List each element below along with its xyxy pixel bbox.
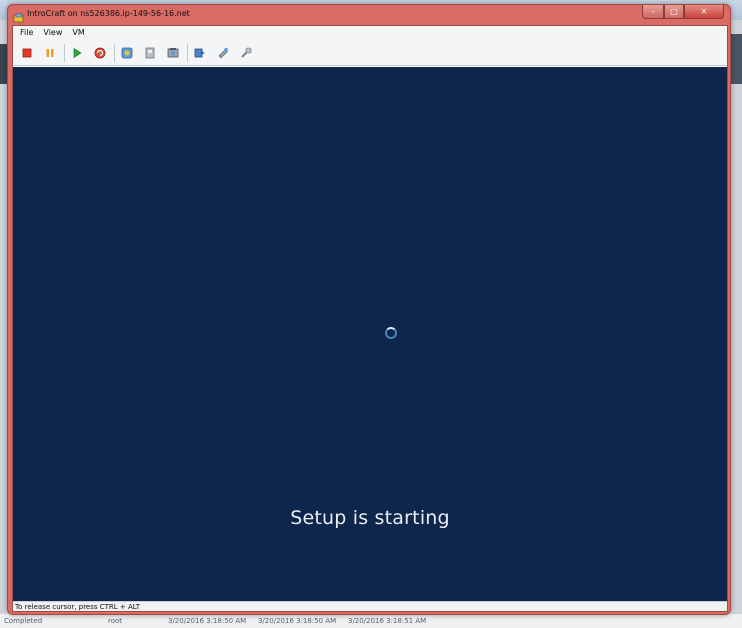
settings-button[interactable] [214,44,232,62]
play-icon [73,47,82,58]
task-time-queued: 3/20/2016 3:18:50 AM [258,617,337,625]
play-button[interactable] [68,44,86,62]
vm-app-icon [13,9,24,23]
stop-button[interactable] [18,44,36,62]
setup-status-text: Setup is starting [290,507,450,529]
task-status: Completed [4,617,43,625]
background-window-left [0,20,7,620]
reset-icon [94,47,106,58]
task-time-completed: 3/20/2016 3:18:51 AM [348,617,427,625]
settings-icon [218,47,228,58]
pause-button[interactable] [41,44,59,62]
toolbar-separator [187,43,188,62]
snapshot-manager-icon [167,47,179,57]
close-button[interactable]: ✕ [684,5,724,19]
menu-view[interactable]: View [38,26,67,40]
toolbar-separator [114,43,115,62]
window-controls: – □ ✕ [642,5,724,20]
reset-button[interactable] [91,44,109,62]
toolbar [13,40,727,66]
background-task-row: Completed root 3/20/2016 3:18:50 AM 3/20… [0,614,742,628]
menu-file[interactable]: File [13,26,38,40]
window-title: IntroCraft on ns526386.ip-149-56-16.net [27,9,190,18]
snapshot-manager-button[interactable] [164,44,182,62]
minimize-button[interactable]: – [642,5,664,19]
tools-icon [241,47,252,58]
task-time-started: 3/20/2016 3:18:50 AM [168,617,247,625]
menu-vm[interactable]: VM [67,26,89,40]
background-toolbar-band [0,44,7,84]
toolbar-separator [64,43,65,62]
vm-console-window: IntroCraft on ns526386.ip-149-56-16.net … [7,4,731,615]
task-user: root [108,617,123,625]
menu-bar: File View VM [13,26,727,40]
stop-icon [22,48,32,57]
title-bar[interactable]: IntroCraft on ns526386.ip-149-56-16.net … [8,5,730,25]
pause-icon [46,48,54,57]
loading-spinner-icon [385,327,397,339]
tools-button[interactable] [237,44,255,62]
revert-button[interactable] [141,44,159,62]
share-icon [194,48,205,57]
snapshot-button[interactable] [118,44,136,62]
window-client-area: File View VM Setup is starting To releas… [12,25,728,612]
revert-icon [145,47,155,58]
share-button[interactable] [191,44,209,62]
vm-display[interactable]: Setup is starting [13,67,727,601]
snapshot-icon [121,47,133,58]
status-bar: To release cursor, press CTRL + ALT [13,601,727,611]
maximize-button[interactable]: □ [664,5,684,19]
